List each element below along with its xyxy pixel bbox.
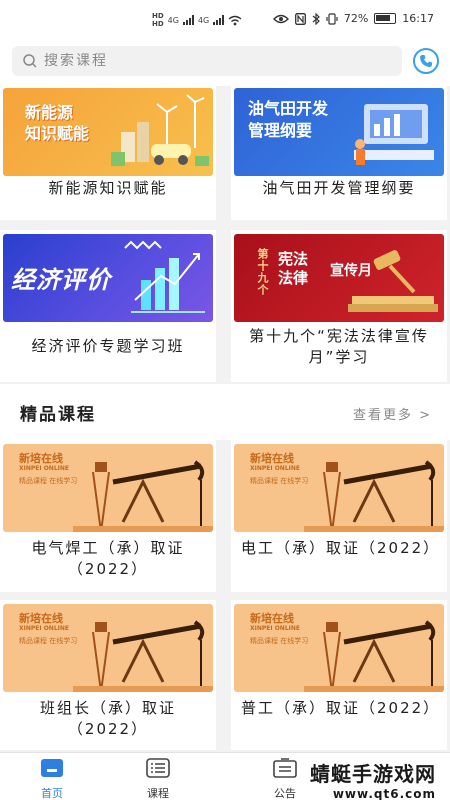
see-more-link[interactable]: 查看更多 >	[353, 404, 432, 423]
banner-text: 新能源 知识赋能	[25, 103, 90, 143]
vibrate-icon	[326, 12, 338, 25]
battery-icon	[374, 13, 397, 24]
tab-label: 课程	[147, 787, 169, 800]
tab-label: 公告	[274, 787, 296, 800]
banner-text-law: 宪法 法律	[278, 250, 309, 287]
battery-percent: 72%	[343, 12, 369, 25]
course-list-icon	[146, 758, 170, 778]
search-bar[interactable]	[12, 46, 402, 76]
hd-icon: HD HD	[152, 12, 164, 28]
course-tag: 精品课程 在线学习	[19, 637, 78, 645]
category-title: 经济评价专题学习班	[31, 337, 185, 355]
announcement-icon	[273, 758, 297, 778]
home-icon	[41, 759, 63, 777]
brand-label: 新培在线	[250, 612, 294, 625]
wind-turbine-illustration	[111, 94, 209, 166]
brand-en-label: XINPEI ONLINE	[19, 625, 69, 632]
watermark-url: www.qt6.com	[332, 787, 436, 800]
category-banner: 新能源 知识赋能	[3, 88, 213, 176]
course-card[interactable]: 新培在线 XINPEI ONLINE 精品课程 在线学习 电工（承）取证（202…	[231, 440, 447, 592]
search-icon	[23, 54, 37, 68]
oil-pump-illustration	[73, 620, 213, 692]
gavel-illustration	[348, 250, 438, 312]
tab-home[interactable]: 首页	[22, 757, 82, 800]
course-title: 班组长（承）取证（2022）	[39, 699, 176, 738]
category-card-oilfield[interactable]: 油气田开发 管理纲要 油气田开发管理纲要	[231, 86, 447, 220]
oil-pump-illustration	[304, 460, 444, 532]
course-title: 电工（承）取证（2022）	[241, 539, 441, 557]
brand-label: 新培在线	[19, 452, 63, 465]
search-input[interactable]	[44, 53, 374, 69]
category-card-law[interactable]: 第十九个 宪法 法律 宣传月 第十九个“宪法法律宣传月”学习	[231, 230, 447, 382]
phone-button[interactable]	[413, 48, 439, 74]
system-indicators: 72% 16:17	[272, 12, 434, 25]
course-banner: 新培在线 XINPEI ONLINE 精品课程 在线学习	[3, 604, 213, 692]
brand-label: 新培在线	[19, 612, 63, 625]
course-banner: 新培在线 XINPEI ONLINE 精品课程 在线学习	[234, 444, 444, 532]
course-card[interactable]: 新培在线 XINPEI ONLINE 精品课程 在线学习 班组长（承）取证（20…	[0, 600, 216, 750]
course-title: 电气焊工（承）取证（2022）	[31, 539, 185, 578]
category-banner: 油气田开发 管理纲要	[234, 88, 444, 176]
site-watermark: 蜻蜓手游戏网 www.qt6.com	[310, 758, 436, 800]
signal-label-2: 4G	[197, 15, 210, 25]
oil-pump-illustration	[304, 620, 444, 692]
course-card[interactable]: 新培在线 XINPEI ONLINE 精品课程 在线学习 普工（承）取证（202…	[231, 600, 447, 750]
brand-en-label: XINPEI ONLINE	[250, 625, 300, 632]
header	[0, 40, 450, 86]
course-card[interactable]: 新培在线 XINPEI ONLINE 精品课程 在线学习 电气焊工（承）取证（2…	[0, 440, 216, 592]
course-title: 普工（承）取证（2022）	[241, 699, 441, 717]
category-banner: 经济评价	[3, 234, 213, 322]
signal-bars-icon-2	[213, 15, 225, 25]
status-bar: HD HD 4G 4G 72% 16:17	[0, 0, 450, 40]
brand-label: 新培在线	[250, 452, 294, 465]
featured-courses-header: 精品课程 查看更多 >	[0, 384, 450, 440]
course-tag: 精品课程 在线学习	[19, 477, 78, 485]
bluetooth-icon	[312, 12, 320, 25]
banner-text: 油气田开发 管理纲要	[248, 99, 329, 140]
banner-text: 经济评价	[11, 266, 111, 294]
tab-courses[interactable]: 课程	[128, 757, 188, 800]
category-card-economic[interactable]: 经济评价 经济评价专题学习班	[0, 230, 216, 382]
data-chart-illustration	[124, 240, 205, 313]
course-tag: 精品课程 在线学习	[250, 637, 309, 645]
signal-bars-icon	[182, 15, 194, 25]
network-indicators: HD HD 4G 4G	[152, 12, 242, 28]
phone-icon	[420, 55, 432, 67]
banner-text-number: 第十九个	[256, 248, 269, 296]
category-title: 第十九个“宪法法律宣传月”学习	[249, 327, 429, 366]
office-illustration	[354, 104, 434, 165]
course-tag: 精品课程 在线学习	[250, 477, 309, 485]
category-title: 油气田开发管理纲要	[262, 179, 416, 197]
category-title: 新能源知识赋能	[48, 179, 168, 197]
category-card-new-energy[interactable]: 新能源 知识赋能 新能源知识赋能	[0, 86, 216, 220]
eye-icon	[272, 14, 289, 23]
course-banner: 新培在线 XINPEI ONLINE 精品课程 在线学习	[234, 604, 444, 692]
course-banner: 新培在线 XINPEI ONLINE 精品课程 在线学习	[3, 444, 213, 532]
nfc-icon	[294, 12, 306, 25]
tab-label: 首页	[41, 787, 63, 800]
category-banner: 第十九个 宪法 法律 宣传月	[234, 234, 444, 322]
signal-label-1: 4G	[167, 15, 179, 25]
tab-announcements[interactable]: 公告	[255, 757, 315, 800]
clock: 16:17	[402, 12, 434, 25]
section-title: 精品课程	[20, 405, 96, 425]
wifi-icon	[228, 15, 242, 25]
brand-en-label: XINPEI ONLINE	[250, 465, 300, 472]
watermark-title: 蜻蜓手游戏网	[310, 762, 436, 786]
oil-pump-illustration	[73, 460, 213, 532]
brand-en-label: XINPEI ONLINE	[19, 465, 69, 472]
